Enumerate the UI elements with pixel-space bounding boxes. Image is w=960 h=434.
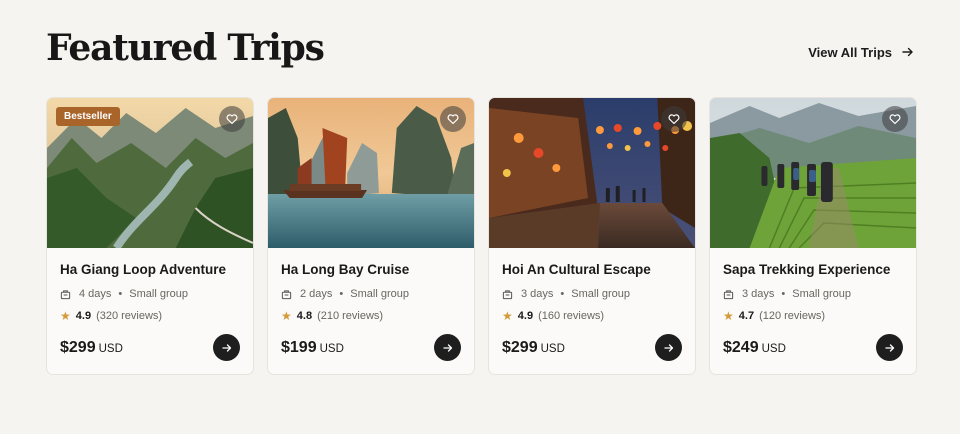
heart-icon (668, 114, 680, 125)
price-currency: USD (761, 342, 786, 355)
favorite-button[interactable] (882, 106, 908, 132)
trip-photo-sapa (710, 98, 916, 248)
price-row: $199 USD (281, 334, 461, 361)
rating-score: 4.9 (75, 310, 92, 322)
section-header: Featured Trips View All Trips (46, 24, 914, 72)
price-amount: $299 (502, 338, 538, 356)
price-currency: USD (98, 342, 123, 355)
trip-duration: 2 days (300, 288, 333, 300)
favorite-button[interactable] (661, 106, 687, 132)
heart-icon (226, 114, 238, 125)
arrow-right-icon (884, 343, 894, 352)
trip-group: Small group (792, 288, 851, 300)
page-title: Featured Trips (46, 27, 325, 69)
trip-rating: ★ 4.8 (210 reviews) (281, 309, 461, 323)
arrow-right-icon (902, 47, 913, 57)
view-trip-button[interactable] (655, 334, 682, 361)
separator-dot: • (339, 288, 344, 300)
arrow-right-icon (442, 343, 452, 352)
rating-score: 4.9 (517, 310, 534, 322)
trip-meta: 3 days • Small group (502, 288, 682, 300)
star-icon: ★ (723, 309, 734, 323)
arrow-right-icon (221, 343, 231, 352)
trip-photo-ha-long (268, 98, 474, 248)
star-icon: ★ (60, 309, 71, 323)
view-trip-button[interactable] (213, 334, 240, 361)
trip-photo-hoi-an (489, 98, 695, 248)
trip-price: $249 USD (723, 339, 786, 357)
view-trip-button[interactable] (434, 334, 461, 361)
separator-dot: • (560, 288, 565, 300)
separator-dot: • (118, 288, 123, 300)
price-row: $299 USD (60, 334, 240, 361)
briefcase-icon (60, 289, 71, 299)
trip-rating: ★ 4.7 (120 reviews) (723, 309, 903, 323)
price-amount: $249 (723, 338, 759, 356)
trip-meta: 3 days • Small group (723, 288, 903, 300)
trip-duration: 3 days (742, 288, 775, 300)
view-trip-button[interactable] (876, 334, 903, 361)
trip-name[interactable]: Ha Long Bay Cruise (281, 262, 461, 277)
briefcase-icon (502, 289, 513, 299)
view-all-label: View All Trips (808, 44, 892, 60)
price-row: $249 USD (723, 334, 903, 361)
rating-score: 4.7 (738, 310, 755, 322)
price-amount: $299 (60, 338, 96, 356)
trip-card[interactable]: Hoi An Cultural Escape 3 days • Small gr… (488, 97, 696, 375)
trip-duration: 4 days (79, 288, 112, 300)
review-count: (120 reviews) (759, 310, 826, 322)
trip-card[interactable]: Sapa Trekking Experience 3 days • Small … (709, 97, 917, 375)
favorite-button[interactable] (219, 106, 245, 132)
price-currency: USD (319, 342, 344, 355)
trip-group: Small group (129, 288, 188, 300)
trip-name[interactable]: Hoi An Cultural Escape (502, 262, 682, 277)
trip-rating: ★ 4.9 (320 reviews) (60, 309, 240, 323)
view-all-trips-link[interactable]: View All Trips (808, 45, 914, 60)
review-count: (160 reviews) (538, 310, 605, 322)
trip-price: $199 USD (281, 339, 344, 357)
trip-card-list: Bestseller Ha Giang Loop Adventure 4 day… (46, 97, 917, 375)
price-row: $299 USD (502, 334, 682, 361)
separator-dot: • (781, 288, 786, 300)
review-count: (210 reviews) (317, 310, 384, 322)
trip-group: Small group (350, 288, 409, 300)
star-icon: ★ (281, 309, 292, 323)
trip-name[interactable]: Sapa Trekking Experience (723, 262, 903, 277)
trip-price: $299 USD (502, 339, 565, 357)
arrow-right-icon (663, 343, 673, 352)
briefcase-icon (723, 289, 734, 299)
heart-icon (889, 114, 901, 125)
trip-name[interactable]: Ha Giang Loop Adventure (60, 262, 240, 277)
price-amount: $199 (281, 338, 317, 356)
trip-photo-ha-giang: Bestseller (47, 98, 253, 248)
briefcase-icon (281, 289, 292, 299)
favorite-button[interactable] (440, 106, 466, 132)
trip-duration: 3 days (521, 288, 554, 300)
rating-score: 4.8 (296, 310, 313, 322)
review-count: (320 reviews) (96, 310, 163, 322)
star-icon: ★ (502, 309, 513, 323)
trip-card[interactable]: Ha Long Bay Cruise 2 days • Small group … (267, 97, 475, 375)
trip-meta: 2 days • Small group (281, 288, 461, 300)
trip-card[interactable]: Bestseller Ha Giang Loop Adventure 4 day… (46, 97, 254, 375)
bestseller-badge: Bestseller (56, 107, 120, 126)
trip-rating: ★ 4.9 (160 reviews) (502, 309, 682, 323)
heart-icon (447, 114, 459, 125)
trip-price: $299 USD (60, 339, 123, 357)
price-currency: USD (540, 342, 565, 355)
trip-group: Small group (571, 288, 630, 300)
trip-meta: 4 days • Small group (60, 288, 240, 300)
